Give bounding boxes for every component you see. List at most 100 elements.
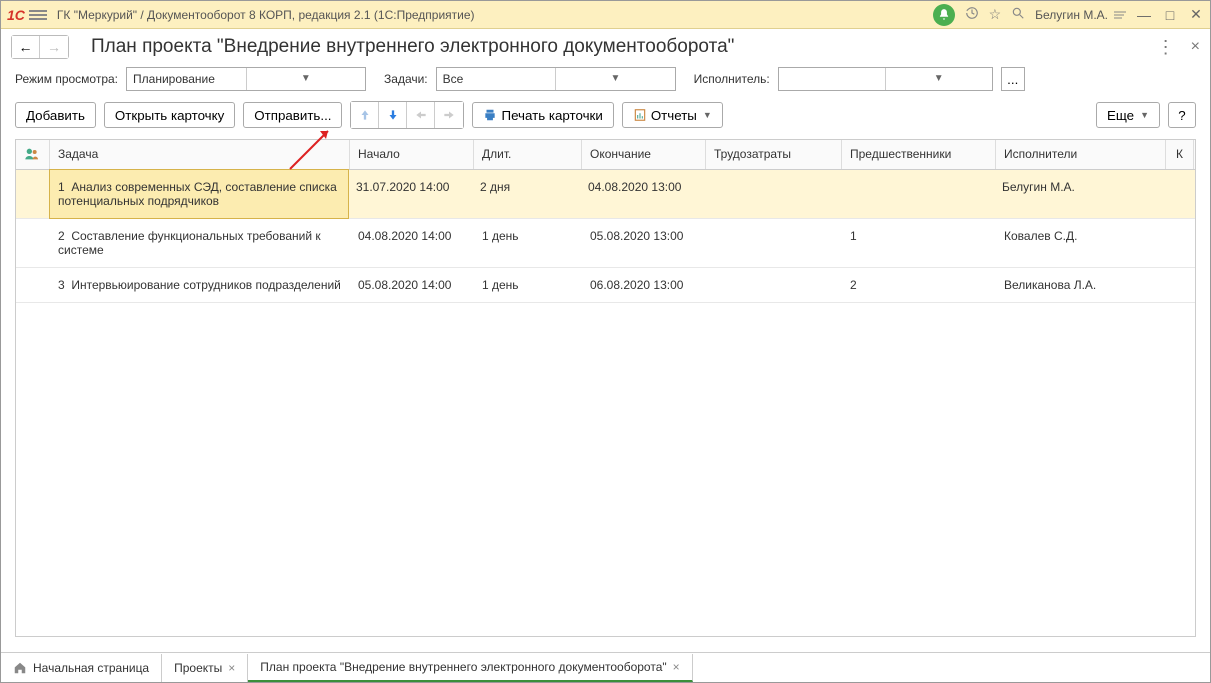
- arrow-right-icon: [442, 108, 456, 122]
- reports-button[interactable]: Отчеты▼: [622, 102, 723, 128]
- chevron-down-icon[interactable]: ▼: [246, 68, 366, 90]
- cell-effort: [706, 219, 842, 267]
- page-header: ← → План проекта "Внедрение внутреннего …: [1, 29, 1210, 63]
- tab-label: Проекты: [174, 661, 222, 675]
- open-card-button[interactable]: Открыть карточку: [104, 102, 235, 128]
- table-row[interactable]: 2 Составление функциональных требований …: [16, 219, 1195, 268]
- printer-icon: [483, 108, 497, 122]
- cell-k: [1166, 219, 1194, 267]
- add-button[interactable]: Добавить: [15, 102, 96, 128]
- outdent-button[interactable]: [407, 102, 435, 128]
- notifications-button[interactable]: [933, 4, 955, 26]
- tab-close-icon[interactable]: ×: [673, 660, 680, 674]
- cell-predecessors: [840, 170, 994, 218]
- cell-task: 1 Анализ современных СЭД, составление сп…: [49, 169, 349, 219]
- cell-effort: [706, 268, 842, 302]
- settings-lines-icon: [1114, 11, 1126, 19]
- print-card-button[interactable]: Печать карточки: [472, 102, 613, 128]
- app-title: ГК "Меркурий" / Документооборот 8 КОРП, …: [57, 8, 931, 22]
- window-maximize-button[interactable]: □: [1162, 7, 1178, 23]
- home-icon: [13, 661, 27, 675]
- nav-arrow-group: ← →: [11, 35, 69, 59]
- cell-duration: 1 день: [474, 268, 582, 302]
- cell-end: 04.08.2020 13:00: [580, 170, 704, 218]
- chevron-down-icon[interactable]: ▼: [555, 68, 675, 90]
- user-pick-button[interactable]: ...: [1001, 67, 1025, 91]
- cell-predecessors: 1: [842, 219, 996, 267]
- col-predecessors[interactable]: Предшественники: [842, 140, 996, 169]
- page-title: План проекта "Внедрение внутреннего элек…: [91, 36, 734, 58]
- row-icon: [16, 170, 50, 218]
- favorite-icon[interactable]: ☆: [989, 6, 1002, 23]
- cell-task: 2 Составление функциональных требований …: [50, 219, 350, 267]
- search-icon[interactable]: [1011, 6, 1025, 23]
- chevron-down-icon[interactable]: ▼: [885, 68, 992, 90]
- col-executors[interactable]: Исполнители: [996, 140, 1166, 169]
- move-down-button[interactable]: [379, 102, 407, 128]
- user-menu[interactable]: Белугин М.А.: [1035, 8, 1126, 22]
- move-up-button[interactable]: [351, 102, 379, 128]
- bell-icon: [937, 8, 951, 22]
- col-task[interactable]: Задача: [50, 140, 350, 169]
- taskbar-tab[interactable]: Проекты ×: [162, 654, 248, 682]
- nav-forward-button[interactable]: →: [40, 36, 68, 58]
- col-icon[interactable]: [16, 140, 50, 169]
- indent-button[interactable]: [435, 102, 463, 128]
- cell-task: 3 Интервьюирование сотрудников подраздел…: [50, 268, 350, 302]
- window-close-button[interactable]: ✕: [1188, 6, 1204, 23]
- move-group: [350, 101, 464, 129]
- page-menu-button[interactable]: ⋮: [1157, 37, 1175, 58]
- tasks-select[interactable]: Все ▼: [436, 67, 676, 91]
- mode-value: Планирование: [127, 72, 246, 86]
- tasks-grid: Задача Начало Длит. Окончание Трудозатра…: [15, 139, 1196, 637]
- arrow-up-icon: [358, 108, 372, 122]
- window-minimize-button[interactable]: —: [1136, 7, 1152, 23]
- cell-predecessors: 2: [842, 268, 996, 302]
- cell-executors: Великанова Л.А.: [996, 268, 1166, 302]
- cell-start: 05.08.2020 14:00: [350, 268, 474, 302]
- col-k[interactable]: К: [1166, 140, 1194, 169]
- cell-end: 05.08.2020 13:00: [582, 219, 706, 267]
- col-start[interactable]: Начало: [350, 140, 474, 169]
- help-button[interactable]: ?: [1168, 102, 1196, 128]
- people-icon: [24, 147, 40, 161]
- history-icon[interactable]: [965, 6, 979, 23]
- cell-start: 04.08.2020 14:00: [350, 219, 474, 267]
- arrow-down-icon: [386, 108, 400, 122]
- row-icon: [16, 219, 50, 267]
- toolbar: Добавить Открыть карточку Отправить... П…: [1, 95, 1210, 135]
- cell-executors: Ковалев С.Д.: [996, 219, 1166, 267]
- logo-1c: 1C: [7, 7, 25, 23]
- main-menu-burger[interactable]: [29, 8, 47, 22]
- tab-close-icon[interactable]: ×: [228, 661, 235, 675]
- grid-body: 1 Анализ современных СЭД, составление сп…: [16, 170, 1195, 303]
- row-icon: [16, 268, 50, 302]
- grid-header: Задача Начало Длит. Окончание Трудозатра…: [16, 140, 1195, 170]
- table-row[interactable]: 1 Анализ современных СЭД, составление сп…: [16, 170, 1195, 219]
- send-button[interactable]: Отправить...: [243, 102, 342, 128]
- cell-duration: 1 день: [474, 219, 582, 267]
- col-effort[interactable]: Трудозатраты: [706, 140, 842, 169]
- cell-k: [1166, 268, 1194, 302]
- more-button[interactable]: Еще▼: [1096, 102, 1160, 128]
- mode-select[interactable]: Планирование ▼: [126, 67, 366, 91]
- report-icon: [633, 108, 647, 122]
- titlebar: 1C ГК "Меркурий" / Документооборот 8 КОР…: [1, 1, 1210, 29]
- user-select[interactable]: ▼: [778, 67, 993, 91]
- nav-back-button[interactable]: ←: [12, 36, 40, 58]
- cell-effort: [704, 170, 840, 218]
- col-duration[interactable]: Длит.: [474, 140, 582, 169]
- taskbar-home[interactable]: Начальная страница: [1, 654, 162, 682]
- col-end[interactable]: Окончание: [582, 140, 706, 169]
- tab-label: План проекта "Внедрение внутреннего элек…: [260, 660, 666, 674]
- user-name: Белугин М.А.: [1035, 8, 1108, 22]
- user-label: Исполнитель:: [694, 72, 770, 86]
- page-close-button[interactable]: ×: [1191, 38, 1200, 56]
- filters-row: Режим просмотра: Планирование ▼ Задачи: …: [1, 63, 1210, 95]
- taskbar-tab[interactable]: План проекта "Внедрение внутреннего элек…: [248, 654, 692, 682]
- tasks-value: Все: [437, 72, 556, 86]
- mode-label: Режим просмотра:: [15, 72, 118, 86]
- taskbar: Начальная страница Проекты × План проекта …: [1, 652, 1210, 682]
- table-row[interactable]: 3 Интервьюирование сотрудников подраздел…: [16, 268, 1195, 303]
- cell-end: 06.08.2020 13:00: [582, 268, 706, 302]
